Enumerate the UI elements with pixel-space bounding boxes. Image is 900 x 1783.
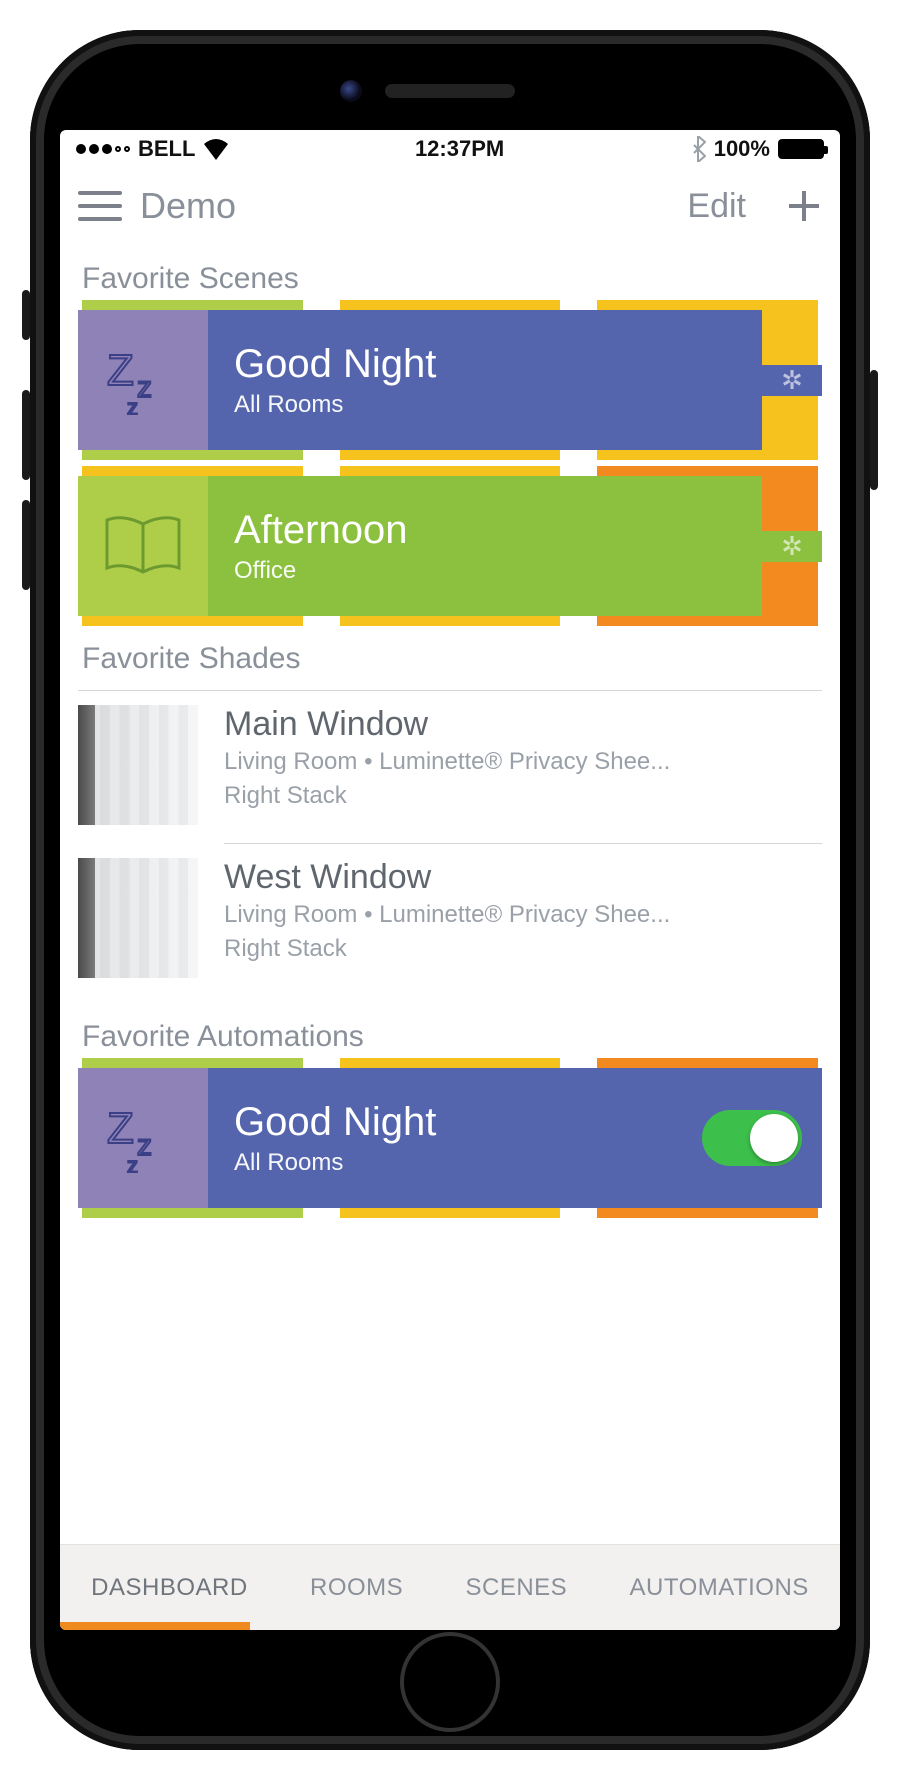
content: Favorite Scenes Z z z Good Night (60, 244, 840, 1544)
home-button[interactable] (400, 1632, 500, 1732)
gear-icon: ✲ (781, 365, 803, 396)
section-title-scenes: Favorite Scenes (82, 262, 822, 296)
book-open-icon (78, 476, 208, 616)
shade-info: Main Window Living Room • Luminette® Pri… (224, 705, 670, 813)
automation-subtitle: All Rooms (234, 1149, 702, 1177)
menu-icon[interactable] (78, 191, 122, 221)
scene-settings-button[interactable]: ✲ (762, 365, 822, 396)
shade-detail: Right Stack (224, 933, 670, 965)
shade-row-main-window[interactable]: Main Window Living Room • Luminette® Pri… (78, 691, 822, 843)
automation-toggle[interactable] (702, 1110, 802, 1166)
scene-body: Good Night All Rooms (208, 310, 762, 450)
tab-bar: DASHBOARD ROOMS SCENES AUTOMATIONS (60, 1544, 840, 1630)
shade-name: Main Window (224, 705, 670, 744)
toggle-knob (750, 1114, 798, 1162)
add-button[interactable] (786, 188, 822, 224)
volume-down-button[interactable] (22, 500, 30, 590)
gear-icon: ✲ (781, 531, 803, 562)
page-title: Demo (140, 185, 236, 227)
shade-thumbnail (78, 858, 198, 978)
tab-rooms[interactable]: ROOMS (310, 1574, 403, 1602)
phone-camera (340, 80, 362, 102)
tab-dashboard[interactable]: DASHBOARD (91, 1574, 248, 1602)
scene-body: Afternoon Office (208, 476, 762, 616)
svg-text:z: z (137, 371, 152, 404)
scene-subtitle: Office (234, 557, 762, 585)
scene-card-afternoon[interactable]: Afternoon Office ✲ (78, 476, 822, 616)
shade-name: West Window (224, 858, 670, 897)
shade-row-west-window[interactable]: West Window Living Room • Luminette® Pri… (78, 844, 822, 996)
status-time: 12:37PM (415, 136, 504, 162)
battery-icon (778, 139, 824, 159)
shade-detail: Living Room • Luminette® Privacy Shee... (224, 899, 670, 931)
svg-text:z: z (127, 395, 138, 415)
status-left: BELL (76, 136, 229, 162)
bluetooth-icon (690, 136, 706, 162)
edit-button[interactable]: Edit (687, 187, 746, 226)
sleep-icon: Z z z (78, 1068, 208, 1208)
automation-body: Good Night All Rooms (208, 1068, 702, 1208)
battery-percent: 100% (714, 136, 770, 162)
automation-card-good-night[interactable]: Z z z Good Night All Rooms (78, 1068, 822, 1208)
shade-thumbnail (78, 705, 198, 825)
status-bar: BELL 12:37PM 100% (60, 130, 840, 168)
carrier-label: BELL (138, 136, 195, 162)
tab-automations[interactable]: AUTOMATIONS (630, 1574, 809, 1602)
sleep-icon: Z z z (78, 310, 208, 450)
status-right: 100% (690, 136, 824, 162)
app-screen: BELL 12:37PM 100% Demo Edit (60, 130, 840, 1630)
scene-settings-button[interactable]: ✲ (762, 531, 822, 562)
signal-strength-icon (76, 144, 130, 154)
shade-info: West Window Living Room • Luminette® Pri… (224, 858, 670, 966)
scene-card-good-night[interactable]: Z z z Good Night All Rooms ✲ (78, 310, 822, 450)
scene-subtitle: All Rooms (234, 391, 762, 419)
svg-text:z: z (127, 1153, 138, 1173)
shade-detail: Living Room • Luminette® Privacy Shee... (224, 746, 670, 778)
automation-name: Good Night (234, 1100, 702, 1145)
svg-text:Z: Z (107, 1104, 134, 1153)
section-title-automations: Favorite Automations (82, 1020, 822, 1054)
svg-text:z: z (137, 1129, 152, 1162)
volume-up-button[interactable] (22, 390, 30, 480)
shade-detail: Right Stack (224, 780, 670, 812)
scene-name: Good Night (234, 342, 762, 387)
silence-switch[interactable] (22, 290, 30, 340)
navbar: Demo Edit (60, 168, 840, 244)
tab-indicator (60, 1622, 250, 1630)
tab-scenes[interactable]: SCENES (465, 1574, 567, 1602)
scene-name: Afternoon (234, 508, 762, 553)
wifi-icon (203, 138, 229, 160)
section-title-shades: Favorite Shades (82, 642, 822, 676)
phone-frame: BELL 12:37PM 100% Demo Edit (30, 30, 870, 1750)
phone-speaker (385, 84, 515, 98)
power-button[interactable] (870, 370, 878, 490)
svg-text:Z: Z (107, 346, 134, 395)
